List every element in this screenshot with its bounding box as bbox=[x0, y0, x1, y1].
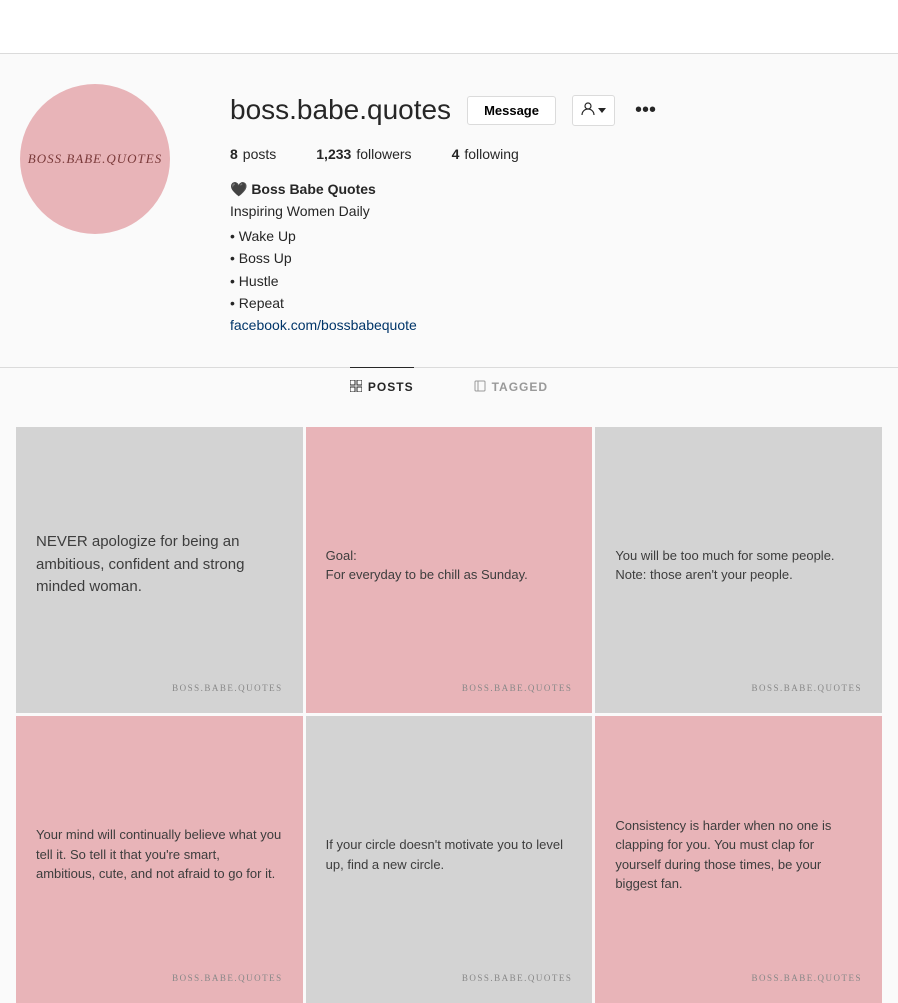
follow-dropdown-button[interactable] bbox=[572, 95, 615, 126]
post-quote: If your circle doesn't motivate you to l… bbox=[326, 736, 573, 973]
avatar-container: BOSS.BABE.QUOTES bbox=[20, 84, 170, 234]
followers-label: followers bbox=[356, 146, 411, 162]
chevron-down-icon bbox=[598, 108, 606, 113]
avatar-text: BOSS.BABE.QUOTES bbox=[28, 150, 162, 168]
post-quote: You will be too much for some people. No… bbox=[615, 447, 862, 684]
tab-posts[interactable]: POSTS bbox=[350, 367, 414, 407]
post-quote: Goal: For everyday to be chill as Sunday… bbox=[326, 447, 573, 684]
profile-header-row: boss.babe.quotes Message ••• bbox=[230, 94, 878, 126]
top-nav bbox=[0, 0, 898, 54]
post-tile[interactable]: Goal: For everyday to be chill as Sunday… bbox=[306, 427, 593, 714]
post-tile[interactable]: You will be too much for some people. No… bbox=[595, 427, 882, 714]
bio-list-item: • Wake Up bbox=[230, 225, 878, 247]
post-watermark: BOSS.BABE.QUOTES bbox=[462, 683, 573, 693]
posts-grid: NEVER apologize for being an ambitious, … bbox=[0, 427, 898, 1003]
post-watermark: BOSS.BABE.QUOTES bbox=[172, 683, 283, 693]
post-tile[interactable]: Consistency is harder when no one is cla… bbox=[595, 716, 882, 1003]
following-label: following bbox=[464, 146, 518, 162]
post-watermark: BOSS.BABE.QUOTES bbox=[172, 973, 283, 983]
post-quote: NEVER apologize for being an ambitious, … bbox=[36, 447, 283, 684]
posts-stat: 8 posts bbox=[230, 146, 276, 162]
posts-label: posts bbox=[243, 146, 276, 162]
bio-list-item: • Repeat bbox=[230, 292, 878, 314]
post-tile[interactable]: If your circle doesn't motivate you to l… bbox=[306, 716, 593, 1003]
bio-name: 🖤 Boss Babe Quotes bbox=[230, 178, 878, 200]
post-tile[interactable]: NEVER apologize for being an ambitious, … bbox=[16, 427, 303, 714]
post-watermark: BOSS.BABE.QUOTES bbox=[751, 973, 862, 983]
bio-tagline: Inspiring Women Daily bbox=[230, 200, 878, 222]
person-icon bbox=[581, 102, 595, 119]
posts-count: 8 bbox=[230, 146, 238, 162]
tag-icon bbox=[474, 380, 486, 395]
following-stat[interactable]: 4 following bbox=[452, 146, 519, 162]
username: boss.babe.quotes bbox=[230, 94, 451, 126]
post-watermark: BOSS.BABE.QUOTES bbox=[462, 973, 573, 983]
stats-row: 8 posts 1,233 followers 4 following bbox=[230, 146, 878, 162]
avatar: BOSS.BABE.QUOTES bbox=[20, 84, 170, 234]
post-quote: Your mind will continually believe what … bbox=[36, 736, 283, 973]
post-watermark: BOSS.BABE.QUOTES bbox=[751, 683, 862, 693]
tab-tagged-label: TAGGED bbox=[492, 380, 548, 394]
bio-list: • Wake Up • Boss Up • Hustle • Repeat bbox=[230, 225, 878, 315]
tab-posts-label: POSTS bbox=[368, 380, 414, 394]
message-button[interactable]: Message bbox=[467, 96, 556, 125]
followers-count: 1,233 bbox=[316, 146, 351, 162]
profile-info: boss.babe.quotes Message ••• 8 posts 1,2… bbox=[230, 84, 878, 337]
bio-section: 🖤 Boss Babe Quotes Inspiring Women Daily… bbox=[230, 178, 878, 337]
more-options-button[interactable]: ••• bbox=[631, 99, 660, 122]
bio-link[interactable]: facebook.com/bossbabequote bbox=[230, 317, 417, 333]
bio-list-item: • Boss Up bbox=[230, 247, 878, 269]
tab-tagged[interactable]: TAGGED bbox=[474, 367, 548, 407]
bio-list-item: • Hustle bbox=[230, 270, 878, 292]
grid-icon bbox=[350, 380, 362, 395]
profile-section: BOSS.BABE.QUOTES boss.babe.quotes Messag… bbox=[0, 54, 898, 337]
following-count: 4 bbox=[452, 146, 460, 162]
post-quote: Consistency is harder when no one is cla… bbox=[615, 736, 862, 973]
followers-stat[interactable]: 1,233 followers bbox=[316, 146, 411, 162]
tabs-section: POSTS TAGGED bbox=[0, 367, 898, 407]
post-tile[interactable]: Your mind will continually believe what … bbox=[16, 716, 303, 1003]
